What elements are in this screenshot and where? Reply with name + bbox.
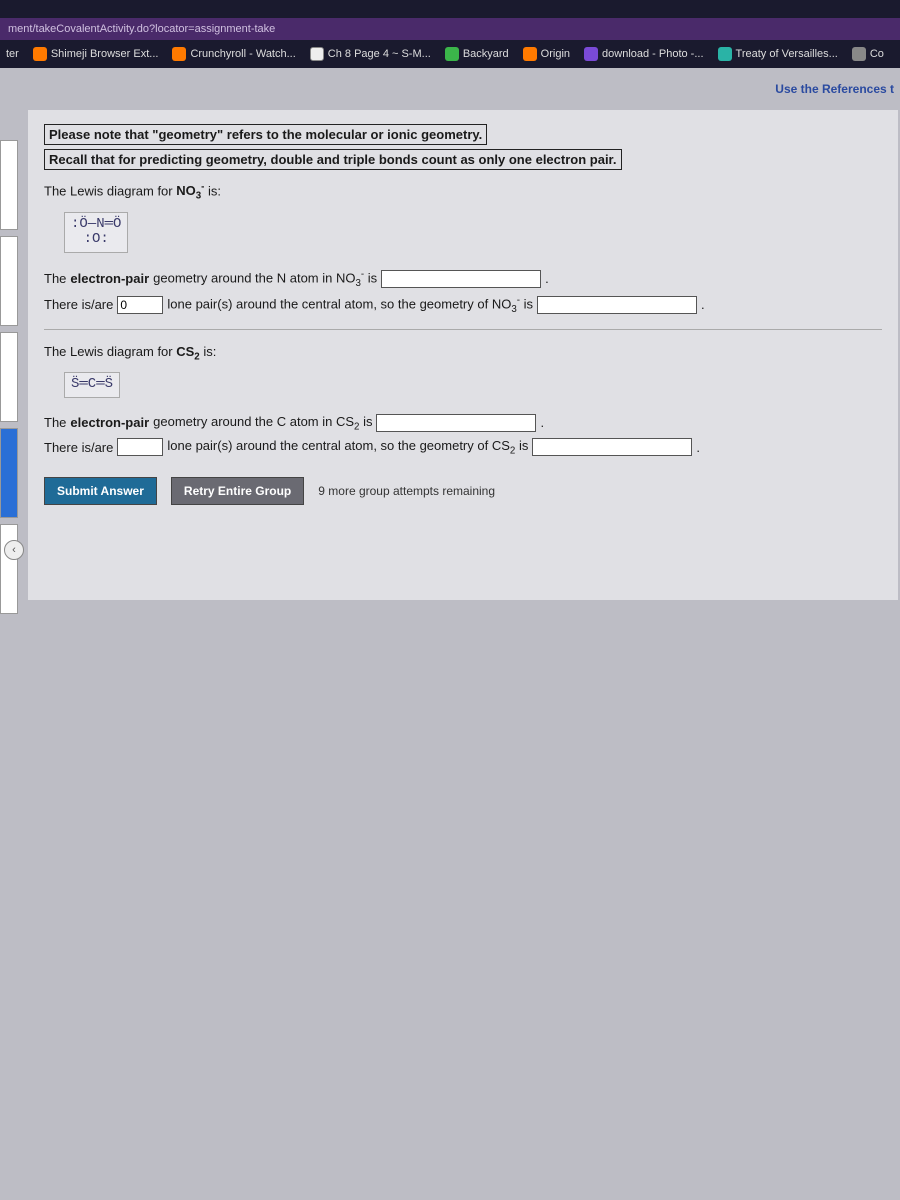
bookmark-label: Shimeji Browser Ext... bbox=[51, 48, 159, 60]
bookmark-label: Ch 8 Page 4 ~ S-M... bbox=[328, 48, 431, 60]
q1-electron-pair-input[interactable] bbox=[381, 270, 541, 288]
q2-intro: The Lewis diagram for CS2 is: bbox=[44, 344, 882, 363]
sidebar-tab[interactable] bbox=[0, 140, 18, 230]
bookmark-item[interactable]: Backyard bbox=[445, 47, 509, 61]
lewis-line: :O: bbox=[71, 232, 121, 247]
bookmark-label: Origin bbox=[541, 48, 570, 60]
url-bar[interactable]: ment/takeCovalentActivity.do?locator=ass… bbox=[0, 18, 900, 40]
text: electron-pair bbox=[70, 271, 149, 286]
bookmark-item[interactable]: Treaty of Versailles... bbox=[718, 47, 838, 61]
url-text: ment/takeCovalentActivity.do?locator=ass… bbox=[8, 23, 275, 35]
q1-geometry-input[interactable] bbox=[537, 296, 697, 314]
sidebar-tab[interactable] bbox=[0, 524, 18, 614]
sidebar-tab-active[interactable] bbox=[0, 428, 18, 518]
q1-lonepair-count-input[interactable] bbox=[117, 296, 163, 314]
browser-tab-strip bbox=[0, 0, 900, 18]
references-link[interactable]: Use the References t bbox=[775, 82, 894, 96]
text: geometry around the C atom in CS2 is bbox=[153, 414, 372, 433]
text: . bbox=[701, 297, 705, 312]
origin-icon bbox=[523, 47, 537, 61]
bookmark-item[interactable]: Shimeji Browser Ext... bbox=[33, 47, 159, 61]
bookmark-item[interactable]: Origin bbox=[523, 47, 570, 61]
text: . bbox=[696, 440, 700, 455]
bookmark-item[interactable]: ter bbox=[6, 48, 19, 60]
bookmark-label: Crunchyroll - Watch... bbox=[190, 48, 295, 60]
q1-intro: The Lewis diagram for NO3- is: bbox=[44, 182, 882, 202]
bookmark-label: Backyard bbox=[463, 48, 509, 60]
bookmarks-bar: ter Shimeji Browser Ext... Crunchyroll -… bbox=[0, 40, 900, 68]
text: lone pair(s) around the central atom, so… bbox=[167, 295, 533, 315]
q2-electron-pair-row: The electron-pair geometry around the C … bbox=[44, 414, 882, 433]
q1-lonepair-row: There is/are lone pair(s) around the cen… bbox=[44, 295, 882, 315]
text: is: bbox=[204, 183, 221, 198]
text: geometry around the N atom in NO3- is bbox=[153, 269, 377, 289]
chevron-left-icon: ‹ bbox=[12, 544, 16, 556]
sidebar-expand-button[interactable]: ‹ bbox=[4, 540, 24, 560]
bookmark-item[interactable]: Crunchyroll - Watch... bbox=[172, 47, 295, 61]
attempts-remaining: 9 more group attempts remaining bbox=[318, 484, 495, 498]
q2-geometry-input[interactable] bbox=[532, 438, 692, 456]
q2-lewis-diagram: S̈═C═S̈ bbox=[64, 372, 120, 397]
shimeji-icon bbox=[33, 47, 47, 61]
bookmark-label: Co bbox=[870, 48, 884, 60]
note-bonds: Recall that for predicting geometry, dou… bbox=[44, 149, 622, 170]
bookmark-item[interactable]: Co bbox=[852, 47, 884, 61]
button-row: Submit Answer Retry Entire Group 9 more … bbox=[44, 477, 882, 505]
backyard-icon bbox=[445, 47, 459, 61]
text: The Lewis diagram for bbox=[44, 344, 176, 359]
lewis-line: :Ö—N═Ö bbox=[71, 217, 121, 232]
crunchyroll-icon bbox=[172, 47, 186, 61]
text: is: bbox=[200, 344, 217, 359]
bookmark-label: Treaty of Versailles... bbox=[736, 48, 838, 60]
menu-icon bbox=[852, 47, 866, 61]
bookmark-item[interactable]: download - Photo -... bbox=[584, 47, 704, 61]
text: electron-pair bbox=[70, 415, 149, 430]
separator bbox=[44, 329, 882, 330]
download-icon bbox=[584, 47, 598, 61]
lewis-line: S̈═C═S̈ bbox=[71, 377, 113, 392]
sidebar-tab[interactable] bbox=[0, 332, 18, 422]
text: . bbox=[545, 271, 549, 286]
treaty-icon bbox=[718, 47, 732, 61]
text: The bbox=[44, 271, 66, 286]
bookmark-label: ter bbox=[6, 48, 19, 60]
text: The bbox=[44, 415, 66, 430]
text: The Lewis diagram for bbox=[44, 183, 176, 198]
q2-electron-pair-input[interactable] bbox=[376, 414, 536, 432]
text: There is/are bbox=[44, 297, 113, 312]
text: There is/are bbox=[44, 440, 113, 455]
retry-group-button[interactable]: Retry Entire Group bbox=[171, 477, 304, 505]
q2-lonepair-row: There is/are lone pair(s) around the cen… bbox=[44, 438, 882, 457]
sidebar-tab[interactable] bbox=[0, 236, 18, 326]
references-label: Use the References t bbox=[775, 82, 894, 96]
question-card: Please note that "geometry" refers to th… bbox=[28, 110, 898, 600]
q2-lonepair-count-input[interactable] bbox=[117, 438, 163, 456]
q1-lewis-diagram: :Ö—N═Ö :O: bbox=[64, 212, 128, 253]
bookmark-item[interactable]: Ch 8 Page 4 ~ S-M... bbox=[310, 47, 431, 61]
bookmark-label: download - Photo -... bbox=[602, 48, 704, 60]
doc-icon bbox=[310, 47, 324, 61]
submit-answer-button[interactable]: Submit Answer bbox=[44, 477, 157, 505]
text: lone pair(s) around the central atom, so… bbox=[167, 438, 528, 457]
q1-electron-pair-row: The electron-pair geometry around the N … bbox=[44, 269, 882, 289]
note-geometry: Please note that "geometry" refers to th… bbox=[44, 124, 487, 145]
text: . bbox=[540, 415, 544, 430]
